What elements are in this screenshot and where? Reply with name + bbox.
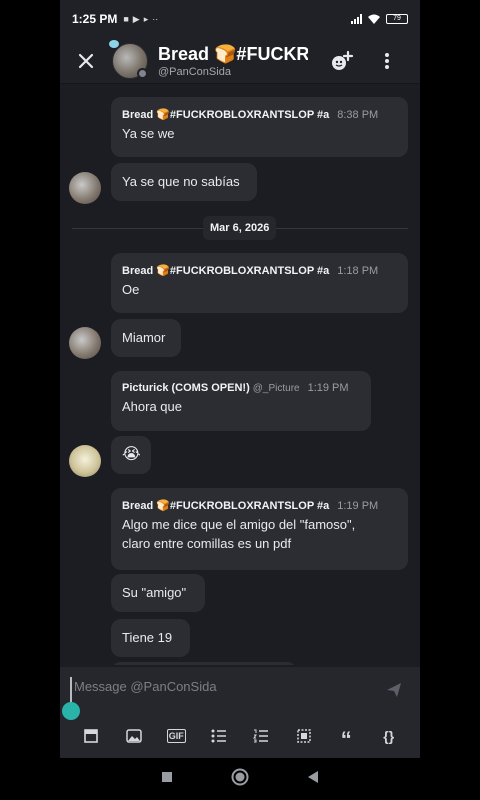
message-bubble-partial[interactable] (111, 662, 297, 665)
message-author: Bread 🍞#FUCKROBLOXRANTSLOP #a (122, 109, 330, 121)
message-bubble[interactable]: Picturick (COMS OPEN!) @_Picture 1:19 PM… (111, 371, 371, 431)
status-bar: 1:25 PM ■ ▶ ▸ ·· 79 (60, 0, 420, 38)
message-list[interactable]: Bread 🍞#FUCKROBLOXRANTSLOP #a 8:38 PM Ya… (60, 85, 420, 665)
date-divider: Mar 6, 2026 (203, 216, 277, 240)
code-block-button[interactable]: {} (377, 724, 401, 748)
spoiler-icon (297, 729, 311, 743)
youtube-icon: ▶ (132, 13, 140, 24)
header-user-info[interactable]: Bread 🍞#FUCKR @PanConSida (158, 44, 308, 78)
crying-emoji-message: 😭 (122, 446, 141, 463)
message-text: Ya se we (122, 126, 175, 141)
play-icon: ▸ (143, 13, 149, 24)
recents-icon (162, 772, 172, 782)
message-text: Ya se que no sabías (122, 174, 240, 189)
notification-icons: ■ ▶ ▸ ·· (123, 14, 158, 25)
message-time: 1:18 PM (337, 264, 379, 277)
message-author: Picturick (COMS OPEN!) (122, 382, 250, 394)
quote-icon: “ (340, 727, 352, 752)
status-time: 1:25 PM (72, 12, 118, 26)
message-bubble[interactable]: Miamor (111, 319, 181, 357)
dm-header: Bread 🍞#FUCKR @PanConSida (60, 38, 420, 84)
system-icons: 79 (351, 14, 408, 25)
back-icon (308, 770, 318, 783)
message-text: Ahora que (122, 399, 182, 414)
message-bubble[interactable]: Tiene 19 (111, 619, 190, 657)
more-vertical-icon (385, 53, 389, 69)
author-avatar[interactable] (69, 445, 101, 477)
message-time: 8:38 PM (337, 108, 379, 121)
message-text-line: Algo me dice que el amigo del "famoso", (122, 517, 356, 532)
header-title: Bread 🍞#FUCKR (158, 43, 308, 64)
message-bubble[interactable]: Ya se que no sabías (111, 163, 257, 201)
formatting-toolbar: GIF “ {} (60, 723, 420, 752)
header-subtitle: @PanConSida (158, 65, 231, 78)
close-icon (78, 53, 94, 68)
message-bubble[interactable]: Bread 🍞#FUCKROBLOXRANTSLOP #a 1:18 PM Oe (111, 253, 408, 313)
quote-button[interactable]: “ (334, 724, 358, 752)
message-input[interactable]: Message @PanConSida (74, 679, 217, 694)
message-text: Su "amigo" (122, 585, 187, 600)
send-icon (387, 683, 401, 697)
home-icon (231, 768, 249, 785)
image-button[interactable] (122, 724, 146, 748)
add-friend-icon (332, 50, 354, 70)
selection-handle[interactable] (62, 702, 80, 720)
image-icon (126, 729, 142, 743)
battery-icon: 79 (386, 14, 408, 24)
home-button[interactable] (231, 768, 249, 791)
message-header: Bread 🍞#FUCKROBLOXRANTSLOP #a 8:38 PM (122, 97, 397, 122)
code-block-icon: {} (383, 728, 395, 744)
system-navigation-bar (0, 758, 480, 800)
message-bubble[interactable]: Bread 🍞#FUCKROBLOXRANTSLOP #a 8:38 PM Ya… (111, 97, 408, 157)
more-options-button[interactable] (367, 38, 407, 84)
gif-icon: GIF (166, 729, 186, 743)
game-controller-icon: ■ (123, 14, 129, 24)
author-avatar[interactable] (69, 172, 101, 204)
presence-indicator (137, 67, 148, 79)
more-notifications-icon: ·· (152, 14, 159, 24)
message-text: Oe (122, 282, 140, 297)
message-header: Bread 🍞#FUCKROBLOXRANTSLOP #a 1:18 PM (122, 253, 397, 278)
author-avatar[interactable] (69, 327, 101, 359)
message-bubble[interactable]: 😭 (111, 436, 151, 474)
message-time: 1:19 PM (337, 499, 379, 512)
message-composer: Message @PanConSida GIF “ {} (60, 667, 420, 758)
message-text: Miamor (122, 330, 166, 345)
send-button[interactable] (386, 682, 402, 703)
avatar-decoration (109, 39, 119, 48)
spoiler-button[interactable] (292, 724, 316, 748)
message-bubble[interactable]: Su "amigo" (111, 574, 205, 612)
back-button[interactable] (307, 770, 319, 789)
wifi-icon (368, 14, 380, 24)
bullet-list-icon (211, 729, 226, 743)
message-header: Bread 🍞#FUCKROBLOXRANTSLOP #a 1:19 PM (122, 488, 397, 513)
message-text: Tiene 19 (122, 630, 173, 645)
gif-button[interactable]: GIF (164, 724, 188, 748)
message-time: 1:19 PM (307, 382, 349, 394)
recents-button[interactable] (161, 770, 173, 788)
message-author: Bread 🍞#FUCKROBLOXRANTSLOP #a (122, 500, 330, 512)
add-friend-button[interactable] (322, 38, 362, 84)
close-button[interactable] (60, 38, 112, 84)
message-author-tag: @_Picture (252, 382, 300, 394)
numbered-list-button[interactable] (249, 724, 273, 748)
signal-icon (351, 14, 362, 24)
message-header: Picturick (COMS OPEN!) @_Picture 1:19 PM (122, 371, 360, 394)
message-author: Bread 🍞#FUCKROBLOXRANTSLOP #a (122, 265, 330, 277)
phone-screen: 1:25 PM ■ ▶ ▸ ·· 79 Bread 🍞#FUCKR @PanCo… (60, 0, 420, 758)
header-avatar[interactable] (109, 39, 148, 79)
message-bubble[interactable]: Bread 🍞#FUCKROBLOXRANTSLOP #a 1:19 PM Al… (111, 488, 408, 570)
header-format-button[interactable] (79, 724, 103, 748)
heading-icon (84, 729, 99, 743)
numbered-list-icon (253, 729, 269, 743)
message-text-line: claro entre comillas es un pdf (122, 536, 292, 551)
bullet-list-button[interactable] (207, 724, 231, 748)
